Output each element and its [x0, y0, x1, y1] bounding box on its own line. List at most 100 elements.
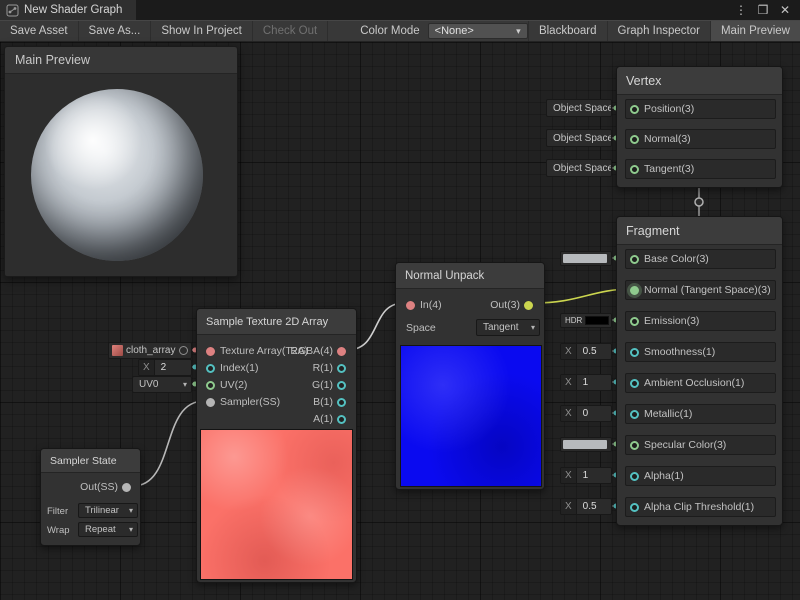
wrap-dropdown[interactable]: Repeat	[78, 522, 138, 537]
port-rgba[interactable]	[337, 347, 346, 356]
preview-sphere	[31, 89, 203, 261]
specular-color-swatch[interactable]	[560, 437, 612, 452]
space-dropdown[interactable]: Tangent	[476, 319, 540, 336]
port-row-metallic: Metallic(1)	[625, 404, 776, 424]
graph-inspector-toggle[interactable]: Graph Inspector	[607, 21, 710, 41]
base-color-swatch-fill	[563, 254, 607, 263]
port-b[interactable]	[337, 398, 346, 407]
smoothness-field[interactable]: X 0.5	[560, 343, 612, 360]
main-preview-toggle[interactable]: Main Preview	[710, 21, 800, 41]
hdr-badge: HDR	[563, 316, 582, 325]
fragment-node[interactable]: Fragment Base Color(3) Normal (Tangent S…	[616, 216, 783, 526]
metallic-field[interactable]: X 0	[560, 405, 612, 422]
vertex-node-title: Vertex	[617, 67, 782, 95]
menu-icon[interactable]: ⋮	[732, 3, 750, 17]
input-row-sampler: Sampler(SS)	[202, 394, 280, 410]
port-row-smoothness: Smoothness(1)	[625, 342, 776, 362]
close-icon[interactable]: ✕	[776, 3, 794, 17]
sampler-node-title: Sampler State	[41, 449, 140, 473]
normal-unpack-node[interactable]: Normal Unpack In(4) Out(3) Space Tangent	[395, 262, 545, 490]
uv-channel-dropdown[interactable]: UV0	[132, 376, 192, 393]
sampler-state-node[interactable]: Sampler State Out(SS) Filter Trilinear W…	[40, 448, 141, 546]
alpha-clip-field[interactable]: X 0.5	[560, 498, 612, 515]
port-alpha-clip[interactable]	[630, 503, 639, 512]
port-metallic[interactable]	[630, 410, 639, 419]
port-outss[interactable]	[122, 483, 131, 492]
window-tab[interactable]: New Shader Graph	[0, 0, 136, 20]
blackboard-toggle[interactable]: Blackboard	[528, 21, 607, 41]
port-base-color[interactable]	[630, 255, 639, 264]
axis-label: X	[561, 375, 577, 390]
tangent-space-dropdown[interactable]: Object Space	[546, 159, 612, 177]
port-uv[interactable]	[206, 381, 215, 390]
object-picker-icon[interactable]	[179, 346, 188, 355]
output-row-rgba: RGBA(4)	[290, 343, 351, 359]
port-smoothness[interactable]	[630, 348, 639, 357]
input-row-in4: In(4)	[402, 296, 442, 314]
port-r[interactable]	[337, 364, 346, 373]
texture-array-object-field[interactable]: cloth_array	[108, 342, 192, 359]
port-row-emission: Emission(3)	[625, 311, 776, 331]
port-specular-color[interactable]	[630, 441, 639, 450]
emission-color-field[interactable]: HDR	[560, 313, 612, 328]
output-row-a: A(1)	[313, 411, 351, 427]
port-a[interactable]	[337, 415, 346, 424]
position-space-dropdown[interactable]: Object Space	[546, 99, 612, 117]
port-index[interactable]	[206, 364, 215, 373]
port-row-alpha-clip: Alpha Clip Threshold(1)	[625, 497, 776, 517]
stack-connector-dot[interactable]	[695, 198, 703, 206]
filter-dropdown[interactable]: Trilinear	[78, 503, 138, 518]
axis-label: X	[561, 499, 577, 514]
port-ambient-occlusion[interactable]	[630, 379, 639, 388]
port-alpha[interactable]	[630, 472, 639, 481]
port-position[interactable]	[630, 105, 639, 114]
input-row-index: Index(1)	[202, 360, 259, 376]
check-out-button[interactable]: Check Out	[253, 21, 328, 41]
sample-texture-2d-array-node[interactable]: Sample Texture 2D Array Texture Array(T2…	[196, 308, 357, 583]
wire-samplerstate-to-sampler[interactable]	[133, 401, 204, 486]
main-preview-panel[interactable]: Main Preview	[4, 46, 238, 277]
port-row-ambient-occlusion: Ambient Occlusion(1)	[625, 373, 776, 393]
port-row-normal-tangent: Normal (Tangent Space)(3)	[625, 280, 776, 300]
shader-graph-icon	[6, 4, 19, 17]
show-in-project-button[interactable]: Show In Project	[151, 21, 253, 41]
port-normal[interactable]	[630, 135, 639, 144]
main-preview-title: Main Preview	[5, 47, 237, 74]
ambient-occlusion-field[interactable]: X 1	[560, 374, 612, 391]
cloth-texture-preview	[200, 429, 353, 580]
window-controls: ⋮ ❒ ✕	[732, 3, 800, 17]
port-row-specular-color: Specular Color(3)	[625, 435, 776, 455]
color-mode-dropdown[interactable]: <None>	[428, 23, 528, 39]
port-emission[interactable]	[630, 317, 639, 326]
title-bar: New Shader Graph ⋮ ❒ ✕	[0, 0, 800, 20]
save-asset-button[interactable]: Save Asset	[0, 21, 79, 41]
base-color-swatch[interactable]	[560, 251, 612, 266]
vertex-node[interactable]: Vertex Position(3) Normal(3) Tangent(3)	[616, 66, 783, 188]
save-as-button[interactable]: Save As...	[79, 21, 152, 41]
sample-node-title: Sample Texture 2D Array	[197, 309, 356, 335]
port-row-tangent: Tangent(3)	[625, 159, 776, 179]
output-row-outss: Out(SS)	[80, 479, 136, 495]
axis-label: X	[561, 468, 577, 483]
window-title: New Shader Graph	[24, 4, 122, 16]
texture-thumbnail	[112, 345, 123, 356]
port-in4[interactable]	[406, 301, 415, 310]
axis-label: X	[561, 344, 577, 359]
toolbar: Save Asset Save As... Show In Project Ch…	[0, 20, 800, 42]
normal-space-dropdown[interactable]: Object Space	[546, 129, 612, 147]
port-normal-tangent[interactable]	[630, 286, 639, 295]
port-out3[interactable]	[524, 301, 533, 310]
maximize-icon[interactable]: ❒	[754, 3, 772, 17]
space-label: Space	[406, 320, 436, 336]
port-g[interactable]	[337, 381, 346, 390]
port-sampler[interactable]	[206, 398, 215, 407]
output-row-b: B(1)	[313, 394, 351, 410]
index-field[interactable]: X 2	[138, 359, 192, 376]
port-tangent[interactable]	[630, 165, 639, 174]
filter-label: Filter	[47, 503, 68, 519]
color-mode-label: Color Mode	[328, 21, 427, 41]
alpha-field[interactable]: X 1	[560, 467, 612, 484]
graph-canvas[interactable]: Main Preview Vertex Position(3) Normal(3…	[0, 42, 800, 600]
port-texture-array[interactable]	[206, 347, 215, 356]
port-row-alpha: Alpha(1)	[625, 466, 776, 486]
